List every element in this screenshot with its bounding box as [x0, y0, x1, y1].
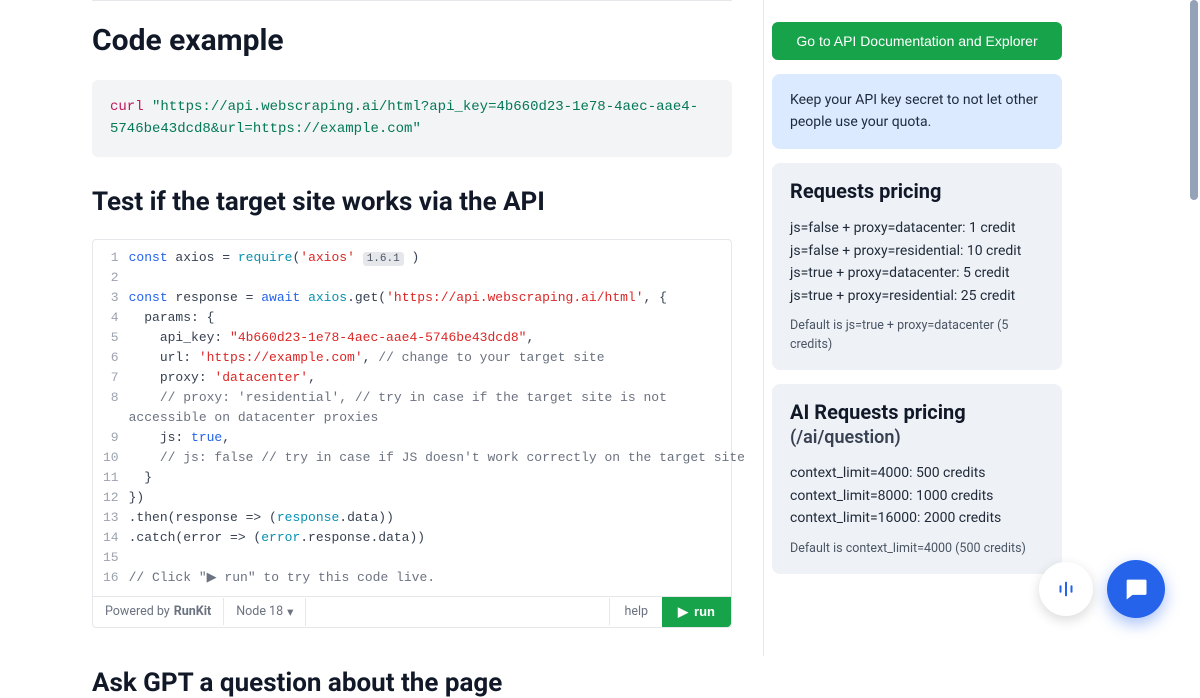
top-divider [92, 0, 732, 1]
curl-keyword: curl [110, 99, 152, 115]
test-site-heading: Test if the target site works via the AP… [92, 187, 732, 217]
code-content[interactable]: const axios = require('axios' 1.6.1 ) co… [129, 248, 755, 588]
version-badge[interactable]: 1.6.1 [363, 252, 404, 266]
run-button[interactable]: ▶ run [662, 597, 731, 627]
requests-pricing-card: Requests pricing js=false + proxy=datace… [772, 163, 1062, 370]
chat-button[interactable] [1107, 560, 1165, 618]
node-version-selector[interactable]: Node 18▾ [224, 598, 306, 626]
curl-url: "https://api.webscraping.ai/html?api_key… [110, 99, 698, 137]
api-key-note: Keep your API key secret to not let othe… [772, 74, 1062, 149]
editor-footer: Powered by RunKit Node 18▾ help ▶ run [93, 596, 731, 627]
ai-pricing-title: AI Requests pricing (/ai/question) [790, 400, 1044, 448]
main-content: Code example curl "https://api.webscrapi… [92, 0, 772, 636]
requests-pricing-footnote: Default is js=true + proxy=datacenter (5… [790, 317, 1044, 355]
vertical-divider [763, 0, 764, 656]
ai-pricing-card: AI Requests pricing (/ai/question) conte… [772, 384, 1062, 574]
curl-code-block: curl "https://api.webscraping.ai/html?ap… [92, 80, 732, 157]
requests-pricing-body: js=false + proxy=datacenter: 1 credit js… [790, 217, 1044, 307]
line-gutter: 1 2 3 4 5 6 7 8 9 10 11 12 13 14 15 16 [93, 248, 129, 588]
api-docs-button[interactable]: Go to API Documentation and Explorer [772, 22, 1062, 60]
ask-gpt-heading: Ask GPT a question about the page [92, 668, 732, 698]
chevron-down-icon: ▾ [287, 604, 293, 620]
play-icon: ▶ [678, 604, 688, 620]
sidebar: Go to API Documentation and Explorer Kee… [772, 0, 1112, 636]
runkit-link[interactable]: Powered by RunKit [93, 598, 224, 625]
voice-button[interactable] [1039, 562, 1093, 616]
help-link[interactable]: help [609, 598, 662, 625]
ai-pricing-footnote: Default is context_limit=4000 (500 credi… [790, 540, 1044, 559]
chat-icon [1122, 575, 1150, 603]
ai-pricing-body: context_limit=4000: 500 credits context_… [790, 462, 1044, 529]
code-example-heading: Code example [92, 23, 732, 58]
code-editor[interactable]: 1 2 3 4 5 6 7 8 9 10 11 12 13 14 15 16 [92, 239, 732, 628]
scrollbar-thumb[interactable] [1190, 0, 1198, 200]
requests-pricing-title: Requests pricing [790, 179, 1044, 203]
bars-icon [1055, 578, 1077, 600]
